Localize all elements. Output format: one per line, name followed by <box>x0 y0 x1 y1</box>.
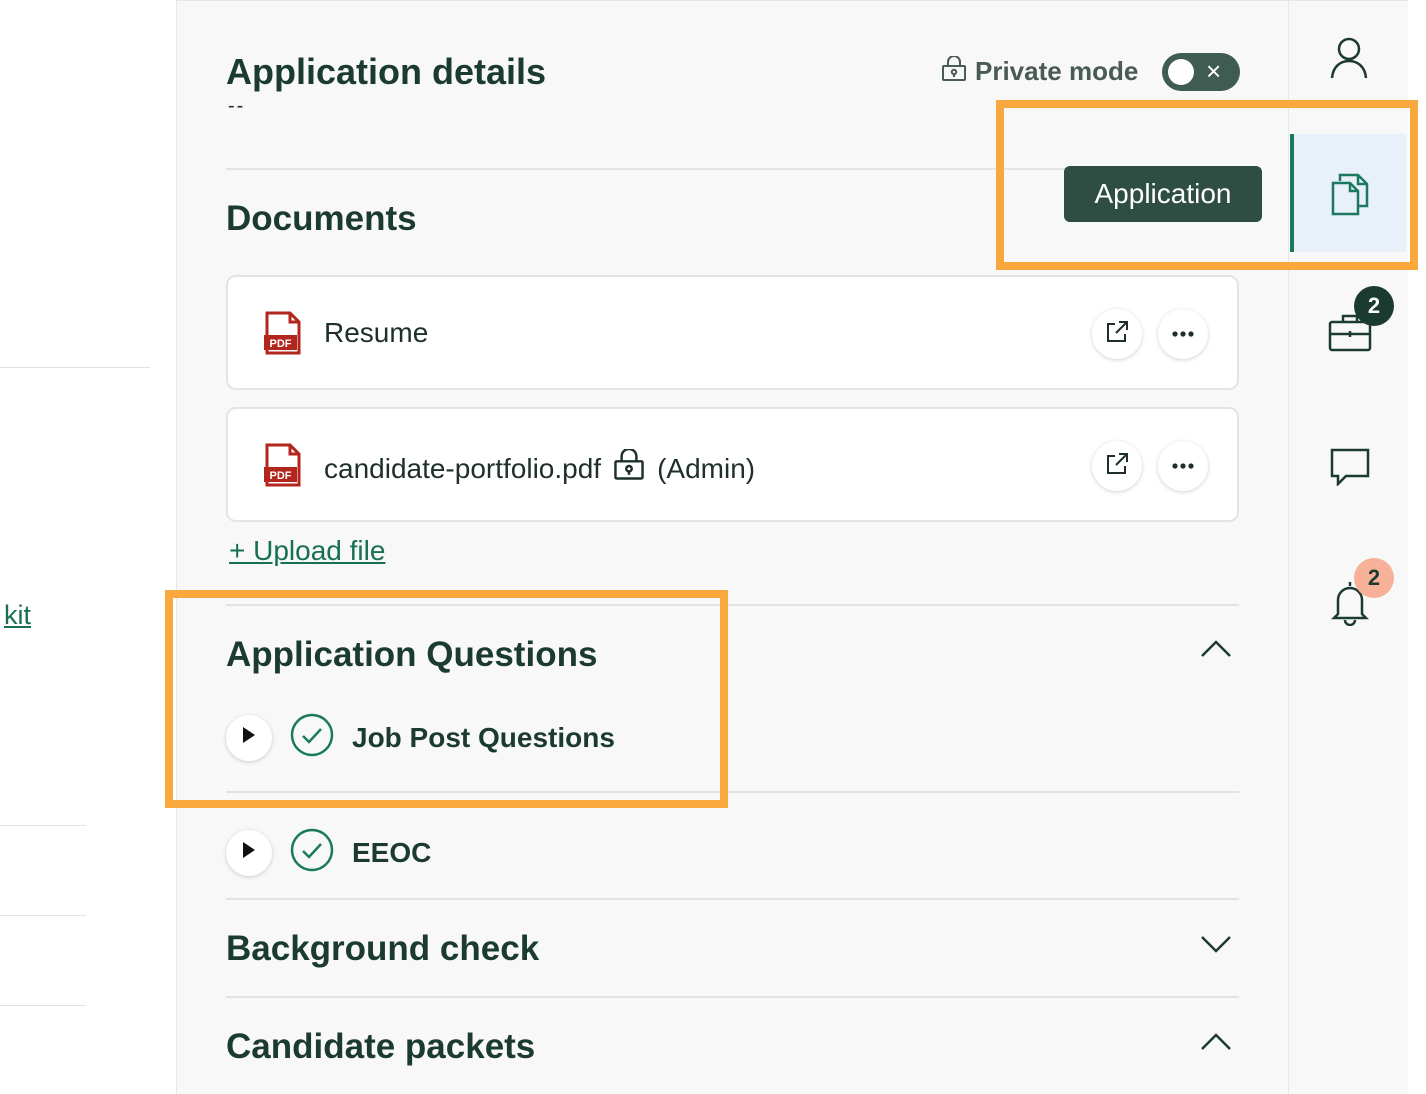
lock-icon <box>613 447 645 488</box>
highlight-box-application-questions <box>165 590 728 808</box>
kit-link[interactable]: kit <box>4 600 31 631</box>
divider <box>0 915 86 916</box>
pdf-icon: PDF <box>264 311 302 360</box>
divider <box>0 825 86 826</box>
documents-heading: Documents <box>226 199 417 238</box>
comment-icon[interactable] <box>1330 448 1370 491</box>
external-link-icon <box>1104 451 1130 482</box>
svg-text:PDF: PDF <box>270 470 292 482</box>
private-mode-label: Private mode <box>975 56 1139 86</box>
check-circle-icon <box>290 828 334 877</box>
chevron-up-icon[interactable] <box>1199 638 1233 665</box>
document-visibility-label: (Admin) <box>657 452 756 484</box>
upload-file-link[interactable]: + Upload file <box>229 535 385 567</box>
close-icon: × <box>1206 56 1222 86</box>
more-options-button[interactable] <box>1158 441 1208 491</box>
external-link-icon <box>1104 319 1130 350</box>
divider <box>226 898 1239 900</box>
expand-button[interactable] <box>226 829 272 876</box>
document-filename[interactable]: candidate-portfolio.pdf <box>324 453 601 485</box>
subtitle: -- <box>228 95 246 117</box>
svg-text:PDF: PDF <box>270 338 292 350</box>
page-title: Application details <box>226 51 547 92</box>
jobs-count-badge: 2 <box>1354 286 1394 326</box>
person-icon[interactable] <box>1329 36 1369 85</box>
document-name[interactable]: candidate-portfolio.pdf (Admin) <box>324 447 756 488</box>
divider <box>0 367 150 368</box>
open-external-button[interactable] <box>1092 309 1142 359</box>
divider <box>0 1005 86 1006</box>
play-icon <box>242 841 256 864</box>
lock-icon <box>941 55 967 87</box>
highlight-box-application-tab <box>996 100 1418 270</box>
candidate-packets-heading: Candidate packets <box>226 1027 536 1066</box>
private-mode: Private mode <box>941 55 1139 87</box>
toggle-knob <box>1168 59 1194 85</box>
pdf-icon: PDF <box>264 443 302 492</box>
question-group-eeoc[interactable]: EEOC <box>226 828 431 877</box>
private-mode-toggle[interactable]: × <box>1162 53 1240 91</box>
document-card-resume: PDF Resume <box>226 275 1239 390</box>
open-external-button[interactable] <box>1092 441 1142 491</box>
document-card-portfolio: PDF candidate-portfolio.pdf (Admin) <box>226 407 1239 522</box>
ellipsis-icon <box>1171 325 1195 343</box>
chevron-up-icon[interactable] <box>1199 1031 1233 1058</box>
left-pane: kit <box>0 0 176 1094</box>
background-check-heading: Background check <box>226 929 540 968</box>
document-name[interactable]: Resume <box>324 317 428 349</box>
chevron-down-icon[interactable] <box>1199 933 1233 960</box>
more-options-button[interactable] <box>1158 309 1208 359</box>
ellipsis-icon <box>1171 457 1195 475</box>
divider <box>226 996 1239 998</box>
document-filename[interactable]: Resume <box>324 317 428 349</box>
notifications-count-badge: 2 <box>1354 558 1394 598</box>
question-group-label[interactable]: EEOC <box>352 837 431 869</box>
